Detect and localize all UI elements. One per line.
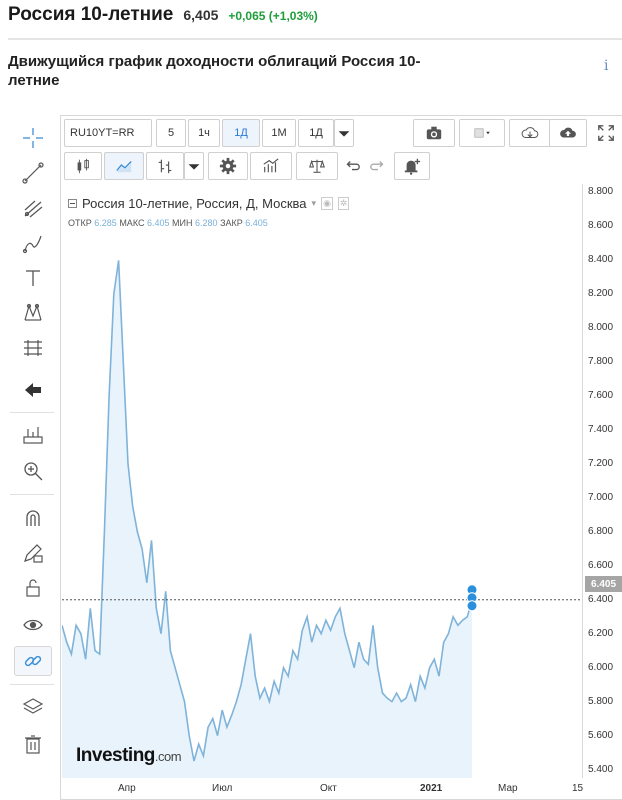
trash-icon[interactable] — [14, 729, 52, 759]
y-tick-label: 7.400 — [588, 424, 614, 436]
toolbar-separator — [10, 412, 54, 413]
logo-text: Investing — [76, 745, 155, 766]
unlock-icon[interactable] — [14, 573, 52, 603]
magnet-icon[interactable] — [14, 503, 52, 533]
y-tick-label: 7.800 — [588, 356, 614, 368]
chevron-down-icon[interactable] — [334, 119, 354, 147]
fullscreen-icon[interactable] — [592, 119, 620, 147]
chevron-down-icon[interactable]: ▾ — [312, 198, 317, 209]
logo-suffix: .com — [154, 749, 182, 764]
lock-pencil-icon[interactable] — [14, 538, 52, 568]
toolbar-separator — [10, 684, 54, 685]
price-change: +0,065 (+1,03%) — [228, 9, 318, 23]
y-tick-label: 6.000 — [588, 661, 614, 673]
y-tick-label: 7.600 — [588, 390, 614, 402]
area-chart-icon[interactable] — [104, 152, 144, 180]
page-subtitle: Движущийся график доходности облигаций Р… — [8, 53, 421, 89]
high-label: МАКС — [119, 218, 145, 228]
gear-icon[interactable] — [208, 152, 248, 180]
low-label: МИН — [172, 218, 193, 228]
x-tick-label: Апр — [118, 783, 136, 794]
y-tick-label: 8.400 — [588, 254, 614, 266]
interval-1m-button[interactable]: 1М — [262, 119, 296, 147]
text-icon[interactable] — [14, 263, 52, 293]
y-tick-label: 6.400 — [588, 593, 614, 605]
chevron-down-icon[interactable] — [184, 152, 204, 180]
ohlc-bars-icon[interactable] — [146, 152, 184, 180]
back-arrow-icon[interactable] — [14, 375, 52, 405]
eye-icon[interactable] — [14, 610, 52, 640]
redo-icon[interactable] — [366, 152, 390, 180]
cloud-upload-icon[interactable] — [549, 119, 587, 147]
trend-line-icon[interactable] — [14, 158, 52, 188]
high-value: 6.405 — [146, 218, 170, 228]
indicators-icon[interactable] — [250, 152, 292, 180]
y-tick-label: 8.000 — [588, 322, 614, 334]
close-value: 6.405 — [245, 218, 268, 228]
chart-legend: Россия 10-летние, Россия, Д, Москва ▾ ◉ … — [68, 196, 350, 211]
ohlc-values: ОТКР 6.285 МАКС 6.405 МИН 6.280 ЗАКР 6.4… — [68, 218, 268, 228]
x-tick-label: Окт — [320, 783, 337, 794]
investing-logo: Investing.com — [76, 745, 182, 767]
y-tick-label: 8.800 — [588, 186, 614, 198]
last-price-badge: 6.405 — [585, 576, 622, 592]
collapse-legend-icon[interactable] — [68, 199, 77, 208]
y-tick-label: 6.600 — [588, 559, 614, 571]
crosshair-icon[interactable] — [14, 123, 52, 153]
info-icon[interactable]: i — [604, 58, 608, 74]
interval-1d-button[interactable]: 1Д — [222, 119, 260, 147]
camera-icon[interactable] — [413, 119, 455, 147]
x-tick-label: 15 — [572, 783, 584, 794]
gear-icon[interactable]: ✲ — [337, 197, 350, 210]
legend-title: Россия 10-летние, Россия, Д, Москва — [82, 196, 307, 211]
y-tick-label: 7.000 — [588, 491, 614, 503]
zoom-in-icon[interactable] — [14, 456, 52, 486]
y-tick-label: 5.600 — [588, 729, 614, 741]
link-icon[interactable] — [14, 646, 52, 676]
symbol-input[interactable]: RU10YT=RR — [64, 119, 152, 147]
interval-select[interactable]: 1Д — [298, 119, 334, 147]
add-alert-icon[interactable] — [394, 152, 430, 180]
header-divider — [8, 38, 622, 40]
x-tick-label: Мар — [498, 783, 518, 794]
interval-5-button[interactable]: 5 — [156, 119, 186, 147]
cloud-download-icon[interactable] — [509, 119, 551, 147]
close-label: ЗАКР — [220, 218, 243, 228]
series-area — [62, 260, 472, 778]
event-marker[interactable] — [466, 600, 478, 612]
interval-1h-button[interactable]: 1ч — [188, 119, 220, 147]
pattern-icon[interactable] — [14, 298, 52, 328]
price-axis — [582, 184, 622, 778]
x-tick-label: Июл — [212, 783, 233, 794]
fib-icon[interactable] — [14, 333, 52, 363]
price-chart[interactable] — [62, 184, 582, 778]
pitchfork-icon[interactable] — [14, 193, 52, 223]
open-value: 6.285 — [94, 218, 117, 228]
last-price: 6,405 — [183, 7, 219, 23]
instrument-title: Россия 10-летние — [8, 4, 174, 25]
open-label: ОТКР — [68, 218, 92, 228]
layers-icon[interactable] — [14, 692, 52, 722]
low-value: 6.280 — [195, 218, 218, 228]
brush-icon[interactable] — [14, 228, 52, 258]
y-tick-label: 8.600 — [588, 220, 614, 232]
toolbar-separator — [10, 494, 54, 495]
y-tick-label: 6.200 — [588, 627, 614, 639]
y-tick-label: 7.200 — [588, 458, 614, 470]
x-tick-label: 2021 — [420, 783, 443, 794]
compare-scale-icon[interactable] — [296, 152, 338, 180]
candles-icon[interactable] — [64, 152, 102, 180]
header: Россия 10-летние 6,405 +0,065 (+1,03%) — [8, 4, 318, 34]
eye-icon[interactable]: ◉ — [321, 197, 333, 210]
y-tick-label: 6.800 — [588, 525, 614, 537]
y-tick-label: 5.800 — [588, 695, 614, 707]
color-picker-button[interactable] — [459, 119, 505, 147]
measure-icon[interactable] — [14, 421, 52, 451]
undo-icon[interactable] — [340, 152, 364, 180]
y-tick-label: 8.200 — [588, 288, 614, 300]
y-tick-label: 5.400 — [588, 763, 614, 775]
